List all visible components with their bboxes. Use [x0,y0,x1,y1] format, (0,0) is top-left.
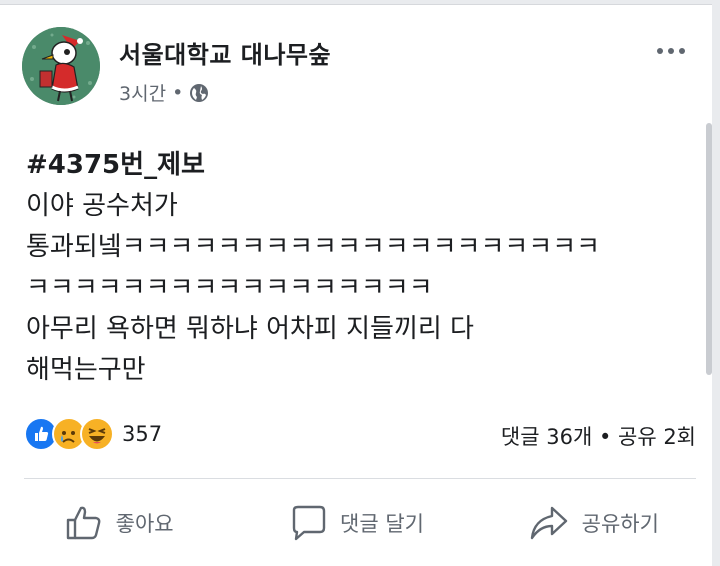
dot-icon [657,48,663,54]
reaction-count: 357 [122,422,163,446]
post-text: #4375번_제보 이야 공수처가 통과되넼ㅋㅋㅋㅋㅋㅋㅋㅋㅋㅋㅋㅋㅋㅋㅋㅋㅋㅋ… [26,145,696,391]
more-options-button[interactable] [648,39,694,63]
avatar[interactable] [22,27,100,105]
comment-button[interactable]: 댓글 달기 [237,495,474,551]
share-button[interactable]: 공유하기 [475,495,712,551]
thumbs-up-icon [66,506,101,540]
dot-icon [668,48,674,54]
action-bar: 좋아요 댓글 달기 공유하기 [0,495,712,551]
scrollbar[interactable] [706,123,712,375]
post-line: 통과되넼ㅋㅋㅋㅋㅋㅋㅋㅋㅋㅋㅋㅋㅋㅋㅋㅋㅋㅋㅋㅋ [26,232,601,262]
post-header: 서울대학교 대나무숲 3시간 • [22,27,702,117]
like-label: 좋아요 [115,512,174,536]
post-line: 해먹는구만 [26,355,146,385]
post-line: ㅋㅋㅋㅋㅋㅋㅋㅋㅋㅋㅋㅋㅋㅋㅋㅋㅋ [26,273,433,303]
post-card: 서울대학교 대나무숲 3시간 • #4375번_제보 이야 공수처가 통과되넼ㅋ… [0,4,712,566]
post-meta: 3시간 • [119,79,209,106]
haha-icon [80,417,114,451]
bird-mascot-icon [22,27,100,105]
comments-shares-count[interactable]: 댓글 36개 • 공유 2회 [501,421,696,451]
comment-label: 댓글 달기 [340,512,424,536]
page-name[interactable]: 서울대학교 대나무숲 [119,35,331,70]
like-button[interactable]: 좋아요 [0,495,237,551]
post-line: 이야 공수처가 [26,191,178,221]
share-label: 공유하기 [581,512,659,536]
post-line: 아무리 욕하면 뭐하냐 어차피 지들끼리 다 [26,314,474,344]
hashtag-link[interactable]: #4375번_제보 [26,145,696,186]
comment-icon [292,505,326,541]
dot-icon [679,48,685,54]
post-time[interactable]: 3시간 [119,79,166,106]
share-arrow-icon [530,506,567,540]
globe-icon [190,83,209,102]
reactions-summary[interactable]: 357 [24,417,162,451]
post-stats: 357 댓글 36개 • 공유 2회 [24,413,696,453]
divider [24,478,696,479]
meta-separator: • [172,81,184,104]
